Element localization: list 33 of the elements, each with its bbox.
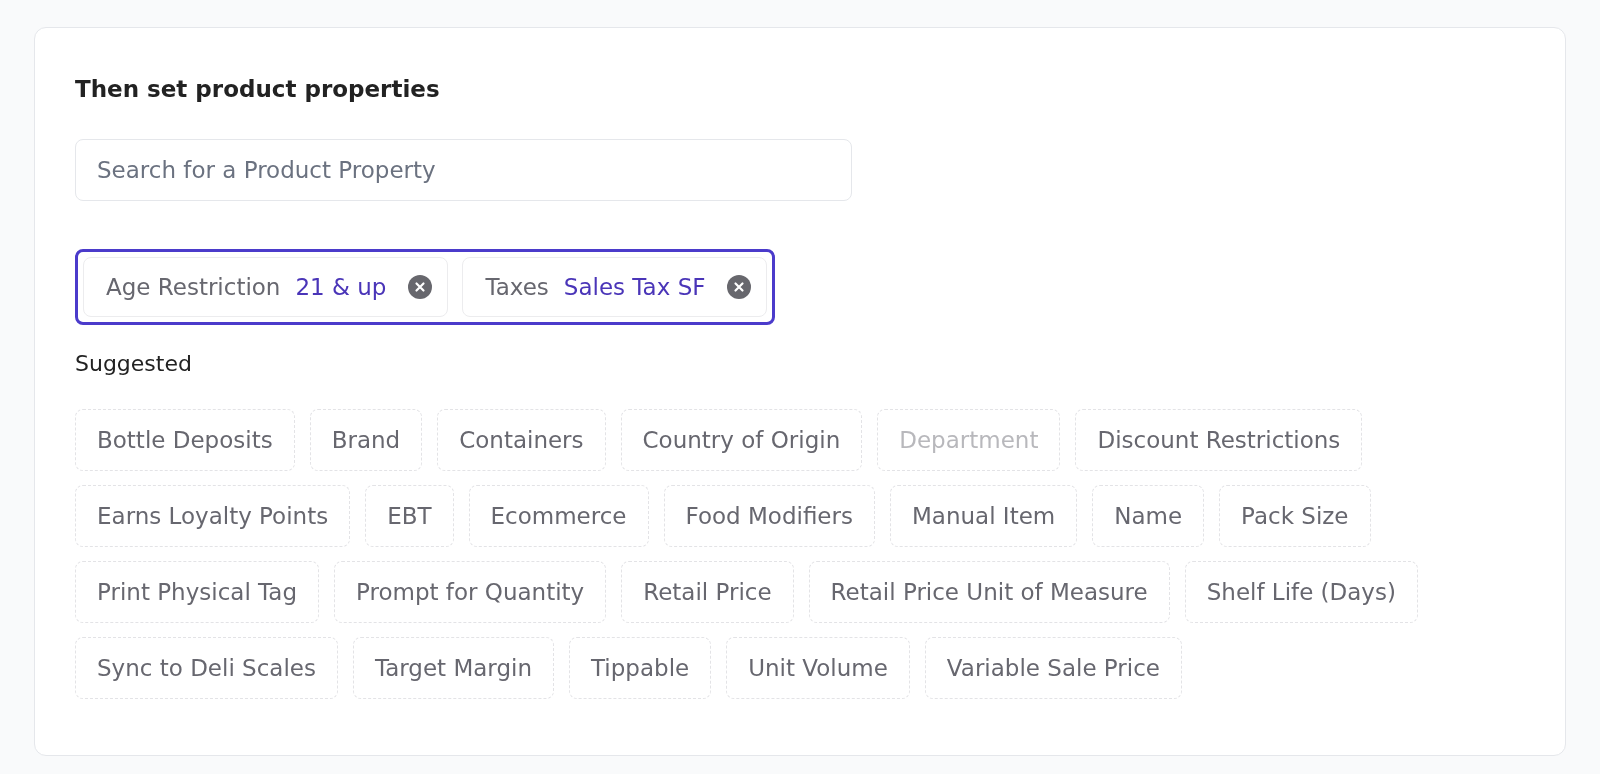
property-chip[interactable]: Taxes Sales Tax SF <box>462 257 768 317</box>
suggested-property-chip[interactable]: Ecommerce <box>468 485 649 547</box>
search-field[interactable]: Search for a Product Property <box>75 139 852 201</box>
suggested-property-chip[interactable]: Prompt for Quantity <box>334 561 607 623</box>
suggested-property-chip[interactable]: Target Margin <box>352 637 554 699</box>
suggested-property-chip[interactable]: Retail Price <box>621 561 794 623</box>
suggested-label: Suggested <box>75 350 192 378</box>
suggested-property-chip[interactable]: Containers <box>437 409 606 471</box>
property-value: Sales Tax SF <box>563 272 706 302</box>
property-name: Taxes <box>485 272 549 302</box>
remove-icon[interactable] <box>727 275 752 299</box>
suggested-property-chip[interactable]: Manual Item <box>889 485 1078 547</box>
suggested-property-chip[interactable]: Tippable <box>569 637 712 699</box>
suggested-property-chip[interactable]: Retail Price Unit of Measure <box>808 561 1170 623</box>
suggested-property-chip[interactable]: Shelf Life (Days) <box>1184 561 1418 623</box>
suggested-property-chip[interactable]: Discount Restrictions <box>1075 409 1363 471</box>
section-heading: Then set product properties <box>75 75 440 104</box>
suggested-property-chip[interactable]: Name <box>1092 485 1205 547</box>
suggested-property-chip[interactable]: EBT <box>365 485 454 547</box>
suggested-property-chip[interactable]: Pack Size <box>1219 485 1371 547</box>
suggested-property-chip[interactable]: Print Physical Tag <box>75 561 320 623</box>
suggested-property-chip[interactable]: Food Modifiers <box>663 485 875 547</box>
property-value: 21 & up <box>295 272 387 302</box>
suggested-property-chip[interactable]: Earns Loyalty Points <box>75 485 351 547</box>
suggested-property-chip[interactable]: Sync to Deli Scales <box>75 637 338 699</box>
suggested-property-chip[interactable]: Brand <box>309 409 423 471</box>
remove-icon[interactable] <box>408 275 433 299</box>
suggested-property-chip[interactable]: Variable Sale Price <box>924 637 1182 699</box>
property-chip[interactable]: Age Restriction 21 & up <box>83 257 449 317</box>
property-name: Age Restriction <box>106 272 281 302</box>
suggested-property-chip[interactable]: Unit Volume <box>726 637 910 699</box>
suggested-property-chip[interactable]: Bottle Deposits <box>75 409 295 471</box>
suggested-property-chip[interactable]: Country of Origin <box>620 409 863 471</box>
